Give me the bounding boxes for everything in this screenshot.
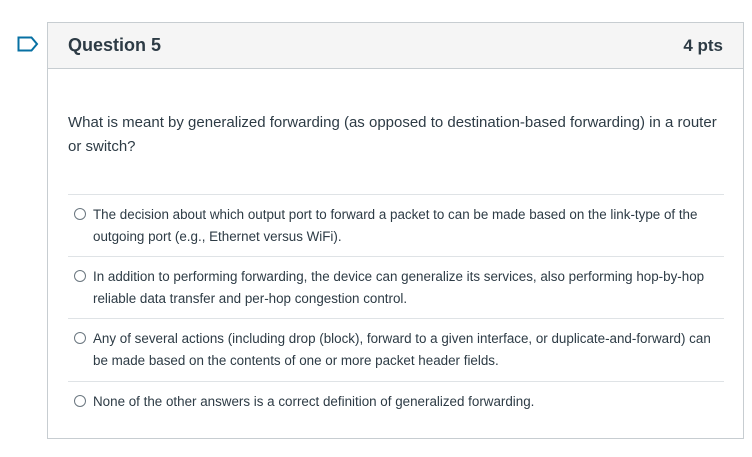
question-card: Question 5 4 pts What is meant by genera…: [47, 22, 744, 439]
answer-option-4[interactable]: None of the other answers is a correct d…: [68, 381, 724, 419]
radio-button[interactable]: [74, 332, 86, 344]
question-title: Question 5: [68, 35, 162, 55]
quiz-page: Question 5 4 pts What is meant by genera…: [0, 0, 752, 457]
answer-option-1[interactable]: The decision about which output port to …: [68, 194, 724, 256]
question-points: 4 pts: [683, 35, 723, 55]
radio-button[interactable]: [74, 270, 86, 282]
flag-question-icon[interactable]: [17, 36, 39, 52]
answer-option-3[interactable]: Any of several actions (including drop (…: [68, 318, 724, 381]
question-header: Question 5 4 pts: [48, 23, 743, 69]
radio-button[interactable]: [74, 395, 86, 407]
answer-list: The decision about which output port to …: [68, 194, 724, 419]
answer-label[interactable]: The decision about which output port to …: [93, 204, 724, 248]
answer-label[interactable]: None of the other answers is a correct d…: [93, 391, 534, 413]
answer-option-2[interactable]: In addition to performing forwarding, th…: [68, 256, 724, 318]
answer-label[interactable]: In addition to performing forwarding, th…: [93, 266, 724, 310]
question-text: What is meant by generalized forwarding …: [68, 114, 717, 155]
radio-button[interactable]: [74, 208, 86, 220]
answer-label[interactable]: Any of several actions (including drop (…: [93, 328, 724, 372]
